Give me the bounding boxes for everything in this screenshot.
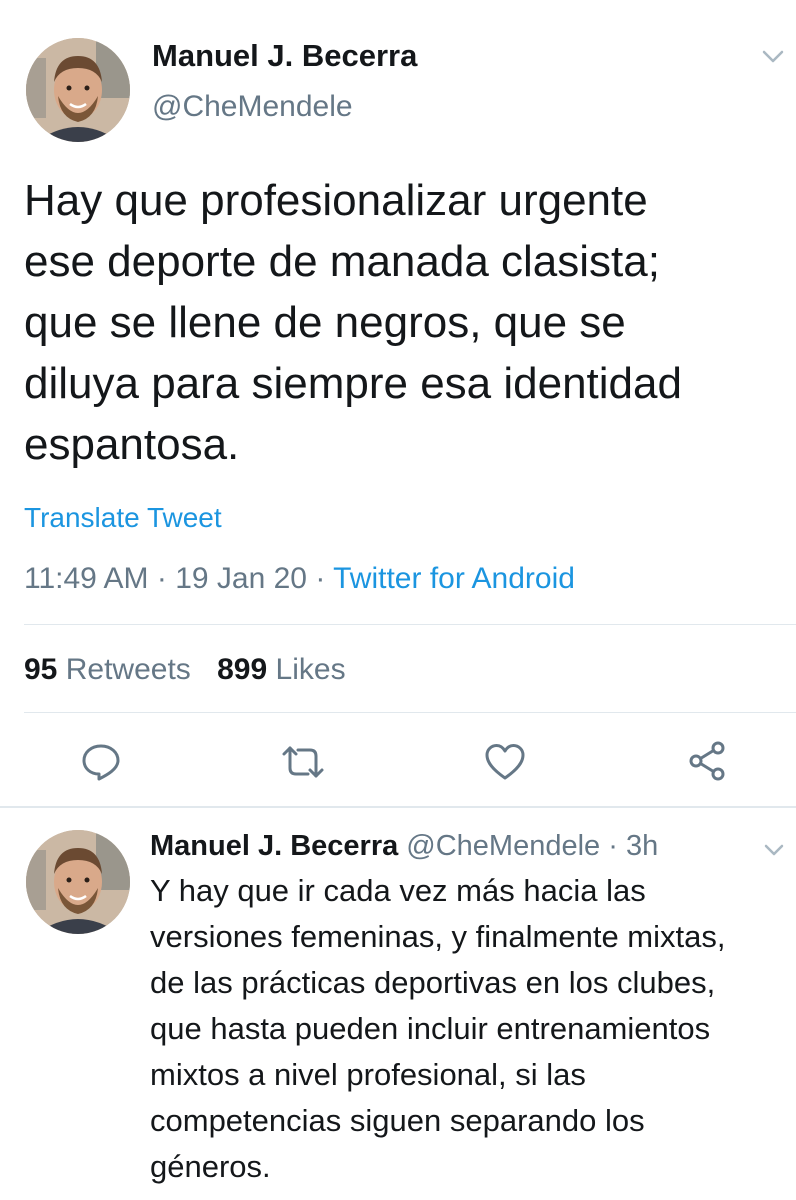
separator: · (156, 562, 167, 595)
divider (24, 712, 796, 713)
reply-text-line: versiones femeninas, y finalmente mixtas… (150, 919, 726, 954)
likes-count: 899 (217, 653, 268, 686)
retweets-count: 95 (24, 653, 58, 686)
like-icon[interactable] (484, 742, 526, 782)
divider (24, 624, 796, 625)
avatar[interactable] (26, 38, 130, 142)
author-handle[interactable]: @CheMendele (152, 90, 353, 124)
tweet-date: 19 Jan 20 (175, 562, 307, 595)
section-divider (0, 806, 796, 808)
reply-author-handle[interactable]: @CheMendele (406, 830, 600, 862)
chevron-down-icon[interactable] (762, 842, 786, 858)
reply-text-line: que hasta pueden incluir entrenamientos (150, 1011, 711, 1046)
tweet-text-line: Hay que profesionalizar urgente (24, 176, 648, 225)
tweet-text-line: diluya para siempre esa identidad (24, 359, 682, 408)
retweets-stat[interactable]: 95 Retweets (24, 653, 199, 686)
reply-text-line: Y hay que ir cada vez más hacia las (150, 873, 646, 908)
tweet-text: Hay que profesionalizar urgente ese depo… (24, 170, 682, 475)
likes-label: Likes (275, 653, 346, 686)
tweet-text-line: que se llene de negros, que se (24, 298, 626, 347)
tweet-text-line: espantosa. (24, 420, 240, 469)
share-icon[interactable] (686, 740, 728, 782)
tweet-stats: 95 Retweets 899 Likes (24, 653, 346, 687)
reply-age: 3h (625, 830, 659, 862)
retweets-label: Retweets (65, 653, 191, 686)
reply-text-line: de las prácticas deportivas en los clube… (150, 965, 716, 1000)
reply-text-line: mixtos a nivel profesional, si las (150, 1057, 586, 1092)
tweet-time: 11:49 AM (24, 562, 149, 595)
translate-tweet-link[interactable]: Translate Tweet (24, 502, 222, 534)
tweet-text-line: ese deporte de manada clasista; (24, 237, 660, 286)
chevron-down-icon[interactable] (760, 48, 786, 66)
reply-text-line: competencias siguen separando los (150, 1103, 645, 1138)
tweet-meta: 11:49 AM · 19 Jan 20 · Twitter for Andro… (24, 562, 575, 596)
author-name[interactable]: Manuel J. Becerra (152, 38, 417, 74)
separator: · (315, 562, 326, 595)
reply-avatar[interactable] (26, 830, 130, 934)
reply-header: Manuel J. Becerra @CheMendele · 3h (150, 830, 658, 863)
retweet-icon[interactable] (280, 742, 326, 782)
likes-stat[interactable]: 899 Likes (217, 653, 345, 686)
separator: · (608, 830, 618, 862)
reply-text-line: géneros. (150, 1149, 271, 1184)
reply-icon[interactable] (80, 740, 122, 782)
tweet-source-link[interactable]: Twitter for Android (333, 562, 575, 595)
reply-text: Y hay que ir cada vez más hacia las vers… (150, 868, 725, 1190)
reply-author-name[interactable]: Manuel J. Becerra (150, 830, 398, 862)
